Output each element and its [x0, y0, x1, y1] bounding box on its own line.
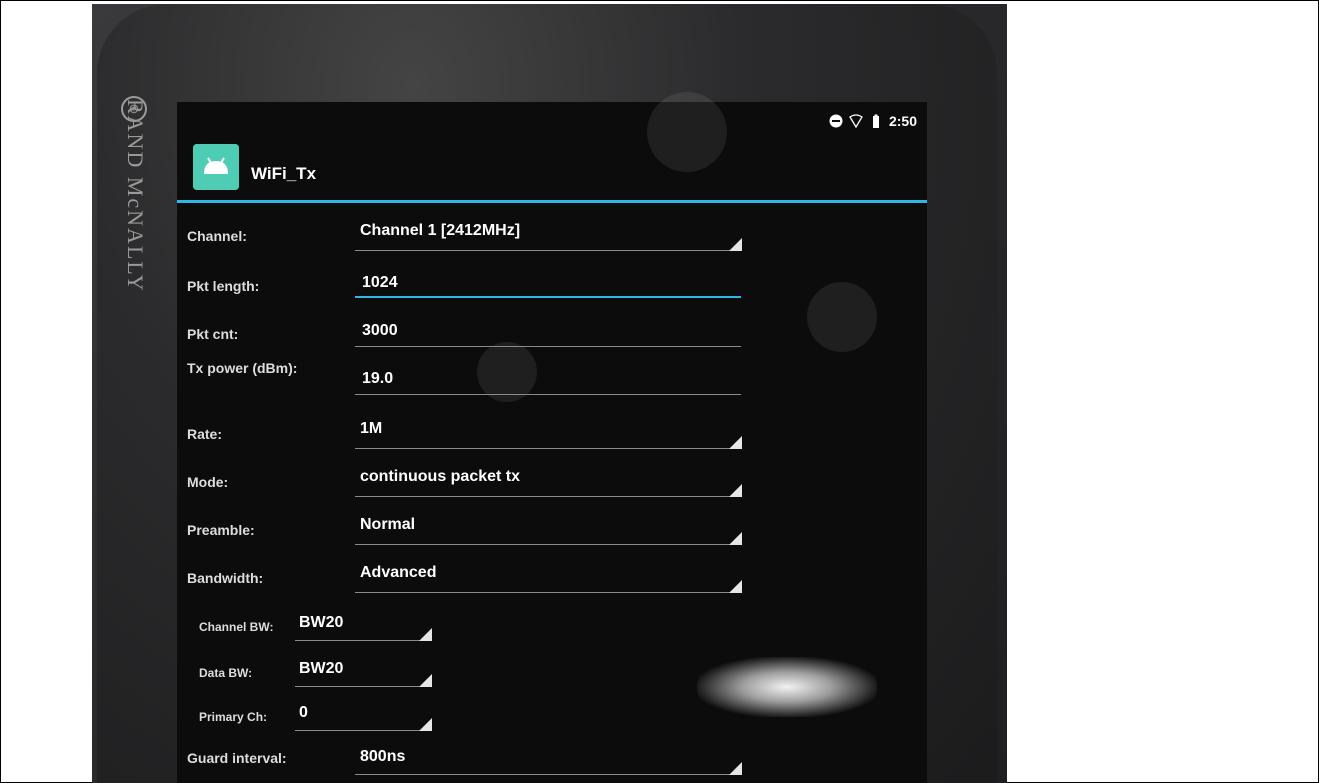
brand-text: RAND McNALLY [123, 99, 148, 293]
channel-bw-spinner-underline [295, 640, 430, 641]
data-bw-dropdown-icon[interactable] [419, 674, 432, 687]
pkt-length-label: Pkt length: [187, 278, 260, 294]
status-time: 2:50 [888, 113, 917, 129]
rate-row: Rate: 1M [177, 412, 927, 452]
light-glare [697, 657, 877, 717]
bandwidth-label: Bandwidth: [187, 570, 264, 586]
app-title: WiFi_Tx [251, 164, 317, 183]
pkt-cnt-row: Pkt cnt: 3000 [177, 312, 927, 352]
rate-label: Rate: [187, 426, 223, 442]
bandwidth-spinner-value[interactable]: Advanced [360, 564, 436, 582]
tx-power-underline [355, 394, 741, 395]
preamble-spinner-value[interactable]: Normal [360, 516, 415, 534]
channel-dropdown-icon[interactable] [729, 238, 742, 251]
pkt-length-row: Pkt length: 1024 [177, 264, 927, 304]
mode-spinner-value[interactable]: continuous packet tx [360, 468, 520, 486]
channel-spinner-value[interactable]: Channel 1 [2412MHz] [360, 222, 520, 240]
bandwidth-dropdown-icon[interactable] [729, 580, 742, 593]
data-bw-spinner-underline [295, 686, 430, 687]
rate-spinner-underline [355, 448, 740, 449]
channel-bw-dropdown-icon[interactable] [419, 628, 432, 641]
mode-row: Mode: continuous packet tx [177, 460, 927, 500]
preamble-label: Preamble: [187, 522, 255, 538]
preamble-row: Preamble: Normal [177, 508, 927, 548]
primary-ch-spinner-underline [295, 730, 430, 731]
channel-bw-spinner-value[interactable]: BW20 [299, 614, 343, 632]
bandwidth-row: Bandwidth: Advanced [177, 556, 927, 596]
data-bw-label: Data BW: [199, 666, 253, 680]
pkt-cnt-underline [355, 346, 741, 347]
wifi-icon [849, 114, 863, 128]
channel-row: Channel: Channel 1 [2412MHz] [177, 216, 927, 256]
pkt-length-underline [355, 296, 741, 298]
channel-bw-row: Channel BW: BW20 [177, 602, 927, 642]
device-screen: 2:50 WiFi_Tx Channel: Channel 1 [2412MHz… [177, 92, 927, 783]
mode-label: Mode: [187, 474, 229, 490]
preamble-spinner-underline [355, 544, 740, 545]
primary-ch-dropdown-icon[interactable] [419, 718, 432, 731]
device-photo: ⊛ RAND McNALLY 2:50 WiFi_Tx Channel: Cha… [92, 4, 1007, 783]
tx-power-row: Tx power (dBm): 19.0 [177, 354, 927, 395]
pkt-cnt-input[interactable]: 3000 [362, 322, 398, 340]
android-icon [193, 144, 239, 190]
do-not-disturb-icon [829, 114, 843, 128]
battery-icon [872, 114, 879, 128]
guard-interval-label: Guard interval: [187, 750, 287, 766]
mode-spinner-underline [355, 496, 740, 497]
guard-interval-spinner-value[interactable]: 800ns [360, 748, 405, 766]
primary-ch-spinner-value[interactable]: 0 [299, 704, 308, 722]
guard-interval-spinner-underline [355, 774, 740, 775]
pkt-length-input[interactable]: 1024 [362, 274, 398, 292]
channel-label: Channel: [187, 228, 247, 244]
tx-power-label: Tx power (dBm): [187, 360, 298, 376]
action-bar: WiFi_Tx [177, 132, 927, 203]
pkt-cnt-label: Pkt cnt: [187, 326, 239, 342]
channel-spinner-underline [355, 250, 740, 251]
channel-bw-label: Channel BW: [199, 620, 274, 634]
tx-power-input[interactable]: 19.0 [362, 370, 393, 388]
status-bar: 2:50 [829, 110, 917, 132]
guard-interval-dropdown-icon[interactable] [729, 762, 742, 775]
data-bw-spinner-value[interactable]: BW20 [299, 660, 343, 678]
tablet-bezel: ⊛ RAND McNALLY 2:50 WiFi_Tx Channel: Cha… [97, 4, 997, 783]
primary-ch-label: Primary Ch: [199, 710, 268, 724]
rate-dropdown-icon[interactable] [729, 436, 742, 449]
mode-dropdown-icon[interactable] [729, 484, 742, 497]
bandwidth-spinner-underline [355, 592, 740, 593]
preamble-dropdown-icon[interactable] [729, 532, 742, 545]
guard-interval-row: Guard interval: 800ns [177, 738, 927, 778]
rate-spinner-value[interactable]: 1M [360, 420, 382, 438]
